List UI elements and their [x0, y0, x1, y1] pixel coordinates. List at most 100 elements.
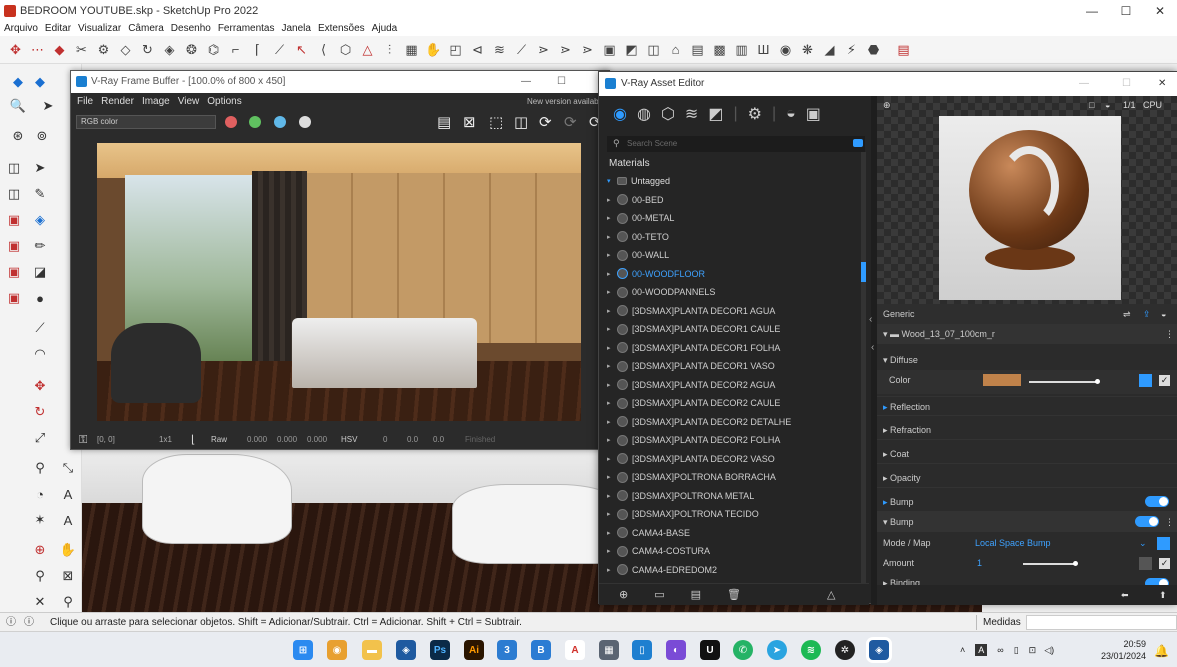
scroll-up-icon[interactable]: ⬆: [1159, 585, 1167, 605]
autocad-icon[interactable]: A: [565, 640, 585, 660]
bump-row[interactable]: ▸ Bump: [877, 492, 1177, 512]
bump-menu-icon[interactable]: ⋮: [1165, 512, 1174, 532]
select-icon[interactable]: ➤: [30, 158, 50, 178]
tool-icon[interactable]: ⌐: [226, 40, 245, 59]
lock-icon[interactable]: ⚿: [79, 431, 87, 449]
material-item[interactable]: ▸ [3DSMAX]PLANTA DECOR1 FOLHA: [607, 339, 857, 358]
expand-right-icon[interactable]: ▸: [607, 436, 617, 444]
select-arrow-icon[interactable]: ➤: [38, 96, 58, 116]
expand-right-icon[interactable]: ▸: [607, 344, 617, 352]
minimize-button[interactable]: —: [1075, 0, 1109, 22]
illustrator-icon[interactable]: Ai: [464, 640, 484, 660]
chrome-icon[interactable]: ◉: [327, 640, 347, 660]
material-item[interactable]: ▸ [3DSMAX]PLANTA DECOR2 AGUA: [607, 376, 857, 395]
expand-right-icon[interactable]: ▸: [607, 288, 617, 296]
circle-icon[interactable]: ●: [30, 288, 50, 308]
reflection-row[interactable]: ▸ Reflection: [877, 396, 1177, 416]
preview-square-icon[interactable]: □: [1089, 100, 1094, 110]
rectangle-icon[interactable]: ◪: [30, 262, 50, 282]
component-icon[interactable]: ▣: [4, 262, 24, 282]
tool-icon[interactable]: ↖: [292, 40, 311, 59]
tool-icon[interactable]: ⌈: [248, 40, 267, 59]
tool-icon[interactable]: ⫶: [380, 40, 399, 59]
tool-icon[interactable]: ❋: [798, 40, 817, 59]
menu-camera[interactable]: Câmera: [128, 22, 164, 36]
expand-right-icon[interactable]: ▸: [607, 492, 617, 500]
open-file-icon[interactable]: ▭: [654, 588, 664, 601]
refraction-row[interactable]: ▸ Refraction: [877, 420, 1177, 440]
coat-row[interactable]: ▸ Coat: [877, 444, 1177, 464]
bump-toggle[interactable]: [1145, 496, 1169, 507]
tool-icon[interactable]: ⋗: [556, 40, 575, 59]
delete-icon[interactable]: 🗑: [727, 588, 741, 601]
spotify-icon[interactable]: ≋: [801, 640, 821, 660]
green-channel-button[interactable]: [249, 116, 261, 128]
tool-icon[interactable]: ≋: [490, 40, 509, 59]
list-scroll-thumb[interactable]: [861, 262, 866, 282]
collapse-right-icon[interactable]: ‹: [869, 314, 872, 325]
preview-ratio[interactable]: 1/1: [1123, 100, 1136, 110]
telegram-icon[interactable]: ➤: [767, 640, 787, 660]
menu-extensoes[interactable]: Extensões: [318, 22, 365, 36]
expand-right-icon[interactable]: ▸: [607, 381, 617, 389]
material-icon[interactable]: ⊚: [32, 126, 52, 146]
photoshop-icon[interactable]: Ps: [430, 640, 450, 660]
expand-right-icon[interactable]: ▸: [607, 455, 617, 463]
menu-editar[interactable]: Editar: [45, 22, 71, 36]
material-item[interactable]: ▸ [3DSMAX]PLANTA DECOR2 VASO: [607, 450, 857, 469]
render-icon[interactable]: ⟳: [539, 113, 552, 131]
vfb-maximize-button[interactable]: ☐: [557, 71, 566, 93]
tool-icon[interactable]: ⌬: [204, 40, 223, 59]
raw-toggle[interactable]: Raw: [211, 431, 227, 449]
menu-desenho[interactable]: Desenho: [171, 22, 211, 36]
expand-right-icon[interactable]: ▸: [607, 233, 617, 241]
material-item[interactable]: ▸ 00-WALL: [607, 246, 857, 265]
tool-icon[interactable]: ▤: [894, 40, 913, 59]
tool-icon[interactable]: ⚙: [94, 40, 113, 59]
vfb-menu-file[interactable]: File: [77, 93, 93, 110]
tool-icon[interactable]: ⌂: [666, 40, 685, 59]
axes-icon[interactable]: ✶: [30, 510, 50, 530]
zoom-window-icon[interactable]: ⊠: [58, 566, 78, 586]
expand-right-icon[interactable]: ▸: [607, 510, 617, 518]
material-item[interactable]: ▸ 00-METAL: [607, 209, 857, 228]
window-app-icon[interactable]: ▯: [632, 640, 652, 660]
material-item[interactable]: ▸ [3DSMAX]PLANTA DECOR1 VASO: [607, 357, 857, 376]
zoom-ratio[interactable]: 1x1: [159, 431, 172, 449]
tool-icon[interactable]: ✂: [72, 40, 91, 59]
tool-icon[interactable]: ✥: [6, 40, 25, 59]
viewport-armchair[interactable]: [142, 454, 292, 544]
3d-text-icon[interactable]: A: [58, 510, 78, 530]
expand-right-icon[interactable]: ▸: [607, 196, 617, 204]
file-explorer-icon[interactable]: ▬: [362, 640, 382, 660]
tool-icon[interactable]: ◉: [776, 40, 795, 59]
cube-icon[interactable]: ◆: [30, 72, 50, 92]
tool-icon[interactable]: ⋗: [534, 40, 553, 59]
expand-right-icon[interactable]: ▸: [607, 325, 617, 333]
vfb-menu-options[interactable]: Options: [207, 93, 241, 110]
material-item[interactable]: ▸ 00-BED: [607, 191, 857, 210]
amount-slider-knob[interactable]: [1073, 561, 1078, 566]
paint-icon[interactable]: ✎: [30, 184, 50, 204]
amount-map-slot-icon[interactable]: [1139, 557, 1152, 570]
opacity-row[interactable]: ▸ Opacity: [877, 468, 1177, 488]
text-icon[interactable]: A: [58, 484, 78, 504]
tray-app-icon[interactable]: A: [975, 644, 988, 656]
rotate-icon[interactable]: ↻: [30, 402, 50, 422]
tool-icon[interactable]: ⟋: [512, 40, 531, 59]
zoom-icon[interactable]: ⚲: [30, 566, 50, 586]
tool-icon[interactable]: ✋: [424, 40, 443, 59]
add-layer-icon[interactable]: ⇪: [1143, 304, 1151, 324]
tool-icon[interactable]: ⟨: [314, 40, 333, 59]
tray-volume-icon[interactable]: ◁): [1044, 645, 1054, 656]
update-notice[interactable]: New version availabl: [527, 93, 600, 110]
whatsapp-icon[interactable]: ✆: [733, 640, 753, 660]
expand-right-icon[interactable]: ▸: [607, 473, 617, 481]
amount-slider[interactable]: [1023, 563, 1075, 565]
interactive-icon[interactable]: ⟳: [564, 113, 577, 131]
frame-buffer-icon[interactable]: ▣: [806, 104, 821, 124]
add-asset-icon[interactable]: ⊕: [619, 588, 628, 601]
tool-icon[interactable]: ⚡: [842, 40, 861, 59]
scale-icon[interactable]: ⤢: [30, 428, 50, 448]
channel-select[interactable]: RGB color: [76, 115, 216, 129]
